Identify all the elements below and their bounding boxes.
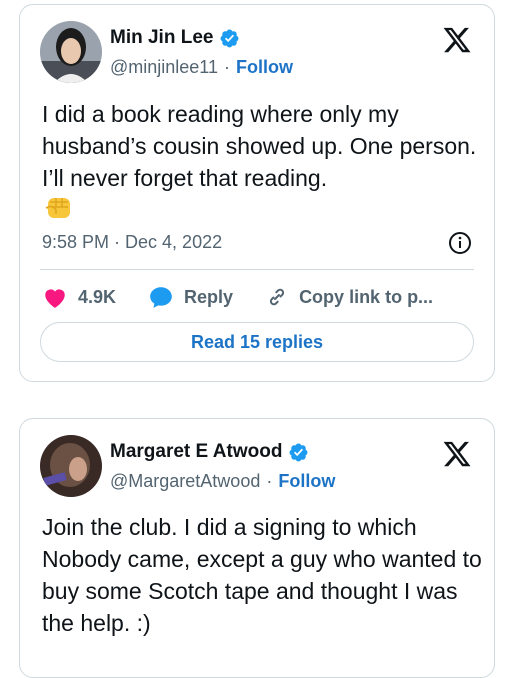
follow-button[interactable]: Follow bbox=[236, 57, 293, 78]
verified-badge-icon bbox=[221, 29, 239, 47]
handle[interactable]: @MargaretAtwood bbox=[110, 471, 260, 492]
handle-row: @minjinlee11 · Follow bbox=[110, 57, 293, 78]
verified-badge-icon bbox=[289, 443, 308, 461]
reply-button[interactable]: Reply bbox=[148, 285, 233, 309]
read-replies-button[interactable]: Read 15 replies bbox=[40, 322, 474, 362]
tweet-text: I did a book reading where only my husba… bbox=[42, 101, 477, 191]
reply-bubble-icon bbox=[150, 287, 172, 308]
separator: · bbox=[266, 471, 273, 491]
tweet-card[interactable]: Margaret E Atwood @MargaretAtwood · Foll… bbox=[19, 418, 495, 678]
heart-icon bbox=[45, 289, 65, 308]
follow-button[interactable]: Follow bbox=[278, 471, 335, 492]
avatar[interactable] bbox=[40, 435, 102, 497]
copy-link-label: Copy link to p... bbox=[299, 286, 434, 307]
display-name[interactable]: Min Jin Lee bbox=[110, 27, 213, 49]
link-icon bbox=[270, 288, 285, 306]
reply-label: Reply bbox=[184, 286, 234, 307]
copy-link-button[interactable]: Copy link to p... bbox=[265, 285, 433, 309]
display-name[interactable]: Margaret E Atwood bbox=[110, 441, 282, 463]
handle[interactable]: @minjinlee11 bbox=[110, 57, 218, 78]
timestamp[interactable]: 9:58 PM · Dec 4, 2022 bbox=[42, 232, 222, 253]
like-button[interactable]: 4.9K bbox=[42, 285, 116, 309]
separator: · bbox=[224, 57, 230, 77]
x-logo-icon[interactable] bbox=[442, 25, 472, 55]
author-name-row: Margaret E Atwood bbox=[110, 441, 309, 463]
tweet-actions: 4.9K Reply Copy link to p... bbox=[42, 285, 482, 309]
avatar[interactable] bbox=[40, 21, 102, 83]
tweet-text: Join the club. I did a signing to which … bbox=[42, 514, 482, 636]
author-name-row: Min Jin Lee bbox=[110, 27, 240, 49]
handle-row: @MargaretAtwood · Follow bbox=[110, 471, 335, 492]
info-icon[interactable] bbox=[448, 231, 472, 255]
divider bbox=[40, 269, 474, 270]
tweet-card[interactable]: Min Jin Lee @minjinlee11 · Follow I did … bbox=[19, 4, 495, 382]
like-count: 4.9K bbox=[78, 286, 117, 307]
x-logo-icon[interactable] bbox=[442, 439, 472, 469]
raised-fist-emoji-icon bbox=[45, 198, 70, 218]
